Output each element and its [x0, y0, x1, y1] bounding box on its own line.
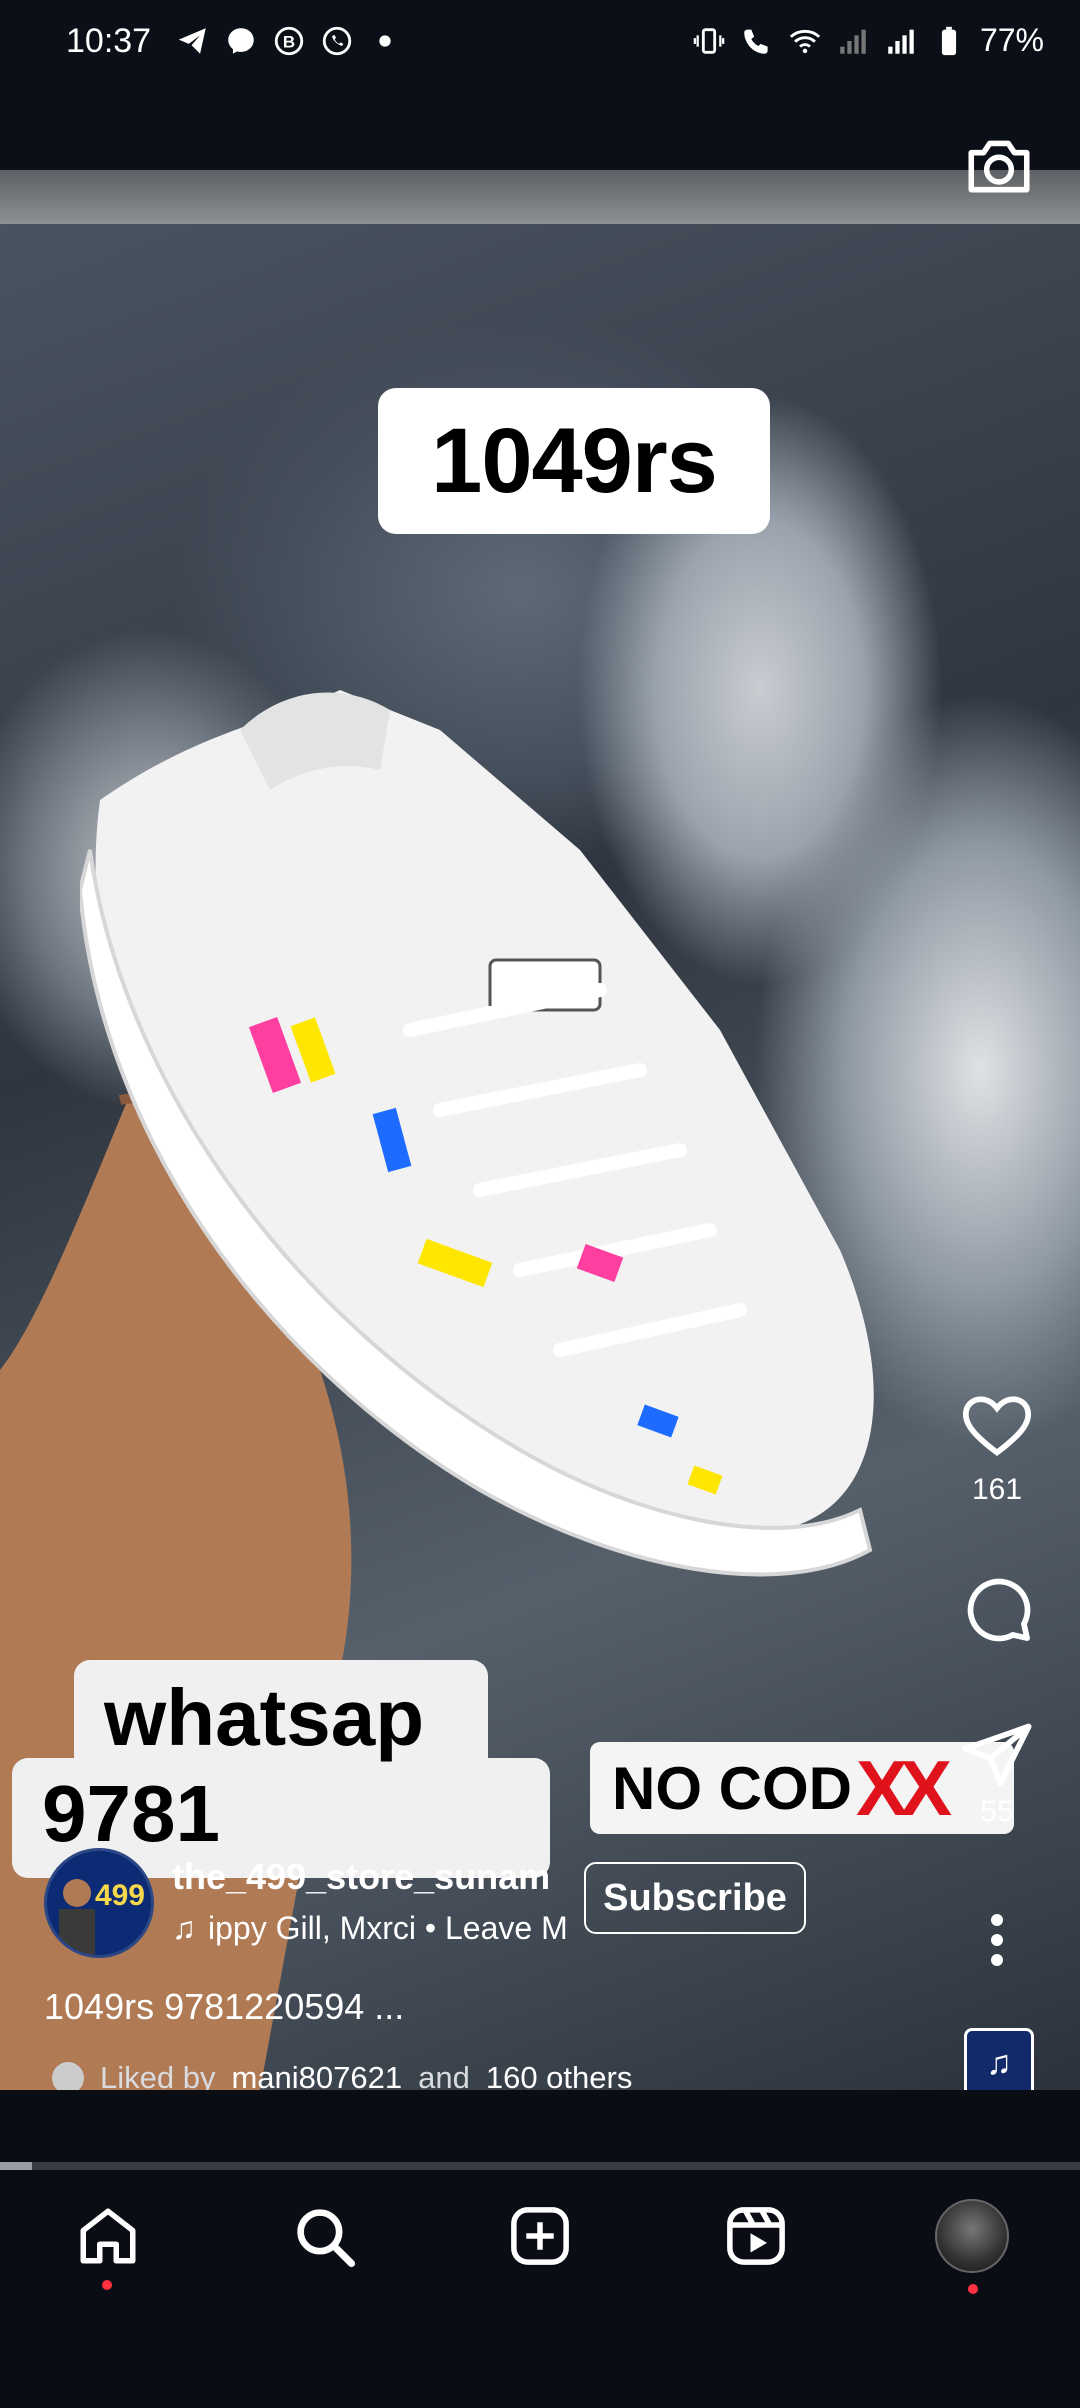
- nav-search[interactable]: [254, 2176, 394, 2296]
- notification-dot: [102, 2280, 112, 2290]
- system-icons: 77%: [692, 22, 1044, 59]
- b-app-icon: B: [274, 26, 304, 56]
- messenger-icon: [228, 28, 254, 54]
- progress-fill: [0, 2162, 33, 2170]
- bottom-navigation: [0, 2176, 1080, 2296]
- music-note-icon: ♫: [172, 1910, 196, 1946]
- audio-track-label: ippy Gill, Mxrci • Leave M: [208, 1910, 568, 1946]
- signal-icon: [888, 29, 914, 54]
- home-icon: [80, 2208, 136, 2264]
- vibrate-icon: [693, 27, 725, 54]
- audio-track[interactable]: ♫ ippy Gill, Mxrci • Leave M: [172, 1910, 572, 1947]
- progress-track[interactable]: [0, 2162, 1080, 2170]
- nav-profile[interactable]: [902, 2176, 1042, 2296]
- nav-reels[interactable]: [686, 2176, 826, 2296]
- dot-icon: [379, 35, 391, 47]
- battery-icon: [941, 26, 957, 55]
- subscribe-button[interactable]: Subscribe: [584, 1862, 806, 1934]
- svg-text:B: B: [283, 32, 295, 51]
- shoe-image: [80, 690, 874, 1577]
- no-cod-cross-marks: XX: [856, 1743, 952, 1832]
- battery-percent: 77%: [979, 22, 1044, 58]
- nav-create[interactable]: [470, 2176, 610, 2296]
- author-username[interactable]: the_499_store_sunam: [172, 1856, 572, 1898]
- share-action[interactable]: 55: [952, 1720, 1042, 1829]
- create-icon: [511, 2207, 569, 2265]
- like-action[interactable]: 161: [952, 1388, 1042, 1507]
- no-cod-sticker: NO COD XX: [590, 1742, 1014, 1834]
- reels-header: [0, 90, 1080, 170]
- status-time: 10:37: [66, 22, 152, 60]
- notification-icons: B: [176, 24, 402, 58]
- more-options-icon[interactable]: [982, 1910, 1012, 1970]
- nav-home[interactable]: [38, 2176, 178, 2296]
- audio-thumbnail[interactable]: ♫: [964, 2028, 1034, 2098]
- price-sticker: 1049rs: [378, 388, 770, 534]
- wifi-icon: [789, 29, 821, 53]
- reel-caption[interactable]: 1049rs 9781220594 ...: [44, 1986, 404, 2028]
- notification-dot: [968, 2284, 978, 2294]
- music-note-icon: ♫: [986, 2043, 1012, 2082]
- wifi-call-icon: [744, 29, 768, 54]
- comment-icon[interactable]: [959, 1570, 1035, 1646]
- like-count: 161: [971, 1473, 1023, 1506]
- search-icon: [297, 2209, 356, 2268]
- avatar-label: 499: [94, 1879, 145, 1912]
- ceiling: [0, 170, 1080, 224]
- comment-action[interactable]: [952, 1570, 1042, 1651]
- share-icon[interactable]: [959, 1720, 1035, 1790]
- whatsapp-sticker-text: whatsap: [104, 1673, 425, 1762]
- reels-icon: [727, 2207, 785, 2265]
- author-avatar[interactable]: 499: [44, 1848, 154, 1958]
- profile-avatar: [935, 2199, 1009, 2273]
- share-count: 55: [980, 1795, 1014, 1828]
- whatsapp-number-text: 9781: [42, 1769, 220, 1858]
- signal-icon: [840, 29, 866, 54]
- status-bar: 10:37 B 77%: [0, 0, 1080, 90]
- telegram-icon: [178, 28, 206, 54]
- whatsapp-icon: [322, 26, 352, 56]
- camera-icon[interactable]: [962, 128, 1036, 202]
- heart-icon[interactable]: [959, 1388, 1035, 1460]
- no-cod-text: NO COD: [612, 1754, 852, 1822]
